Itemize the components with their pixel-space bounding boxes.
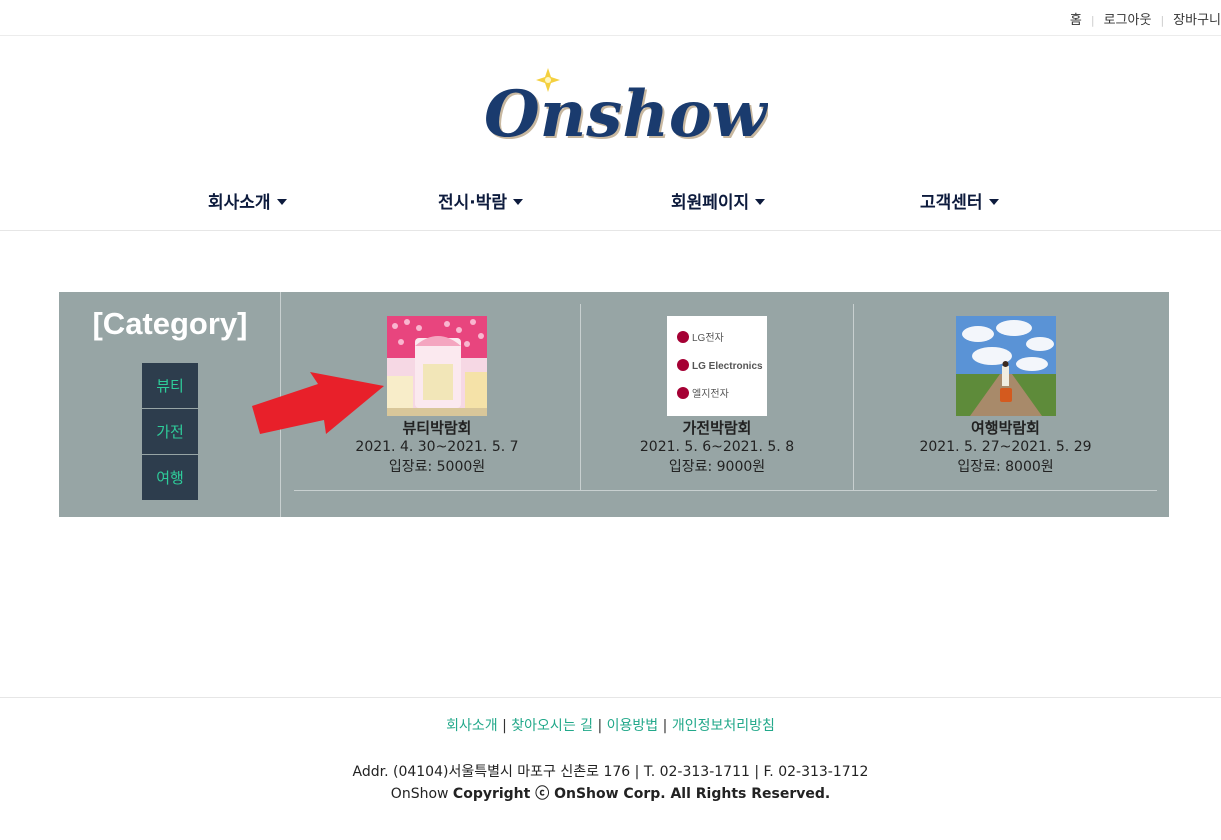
nav-company[interactable]: 회사소개 bbox=[208, 188, 287, 213]
travel-road-image bbox=[955, 316, 1056, 416]
footer-copyright: OnShow Copyright ⓒ OnShow Corp. All Righ… bbox=[0, 783, 1221, 805]
lg-logo-korean-alt: 엘지전자 bbox=[692, 387, 729, 400]
nav-member[interactable]: 회원페이지 bbox=[671, 188, 766, 213]
nav-label: 회원페이지 bbox=[671, 193, 750, 213]
caret-down-icon bbox=[513, 199, 524, 205]
nav-label: 회사소개 bbox=[208, 193, 271, 213]
expo-card-travel[interactable]: 여행박람회 2021. 5. 27~2021. 5. 29 입장료: 8000원 bbox=[854, 304, 1157, 490]
expo-list: 뷰티박람회 2021. 4. 30~2021. 5. 7 입장료: 5000원 … bbox=[294, 304, 1157, 491]
nav-label: 전시·박람 bbox=[438, 193, 508, 213]
expo-panel: [Category] 뷰티 가전 여행 뷰티박람회 2021. 4. 30~20… bbox=[59, 292, 1169, 517]
nav-label: 고객센터 bbox=[920, 193, 983, 213]
expo-date: 2021. 5. 27~2021. 5. 29 bbox=[919, 439, 1092, 455]
category-title: [Category] bbox=[92, 306, 248, 341]
nav-support[interactable]: 고객센터 bbox=[920, 188, 999, 213]
footer-link-directions[interactable]: 찾아오시는 길 bbox=[511, 718, 593, 734]
category-beauty-button[interactable]: 뷰티 bbox=[142, 363, 198, 409]
red-arrow-icon bbox=[252, 372, 384, 436]
home-link[interactable]: 홈 bbox=[1070, 13, 1082, 28]
category-sidebar: [Category] 뷰티 가전 여행 bbox=[59, 292, 281, 517]
cart-link[interactable]: 장바구니 bbox=[1173, 13, 1221, 28]
red-arrow-shape bbox=[252, 372, 384, 434]
top-utility-bar: 홈 | 로그아웃 | 장바구니 bbox=[0, 0, 1221, 36]
lg-logo-image: LG전자 LG Electronics 엘지전자 bbox=[677, 331, 763, 400]
expo-date: 2021. 5. 6~2021. 5. 8 bbox=[639, 439, 795, 455]
site-footer: 회사소개 | 찾아오시는 길 | 이용방법 | 개인정보처리방침 Addr. (… bbox=[0, 697, 1221, 840]
footer-links: 회사소개 | 찾아오시는 길 | 이용방법 | 개인정보처리방침 bbox=[0, 715, 1221, 735]
lg-logo-korean: LG전자 bbox=[692, 332, 724, 344]
main-nav: 회사소개 전시·박람 회원페이지 고객센터 bbox=[0, 172, 1221, 231]
category-list: 뷰티 가전 여행 bbox=[142, 363, 198, 501]
caret-down-icon bbox=[755, 199, 766, 205]
expo-fee: 입장료: 5000원 bbox=[388, 459, 486, 475]
logo-text: Onshow bbox=[484, 77, 768, 150]
footer-link-usage[interactable]: 이용방법 bbox=[607, 718, 659, 734]
logout-link[interactable]: 로그아웃 bbox=[1104, 13, 1152, 28]
beauty-store-image bbox=[387, 316, 487, 416]
expo-card-appliance[interactable]: LG전자 LG Electronics 엘지전자 가전박람회 2021. 5. … bbox=[581, 304, 854, 490]
category-appliance-button[interactable]: 가전 bbox=[142, 409, 198, 455]
caret-down-icon bbox=[276, 199, 287, 205]
onshow-logo-graphic: Onshow Onshow bbox=[484, 68, 768, 150]
caret-down-icon bbox=[988, 199, 999, 205]
topbar-links: 홈 | 로그아웃 | 장바구니 bbox=[1070, 9, 1221, 28]
copyright-prefix: OnShow bbox=[390, 786, 453, 802]
topbar-separator: | bbox=[1090, 14, 1095, 27]
category-travel-button[interactable]: 여행 bbox=[142, 455, 198, 501]
travel-road-photo[interactable] bbox=[955, 316, 1056, 416]
nav-exhibition[interactable]: 전시·박람 bbox=[438, 188, 524, 213]
topbar-separator: | bbox=[1160, 14, 1165, 27]
footer-link-company[interactable]: 회사소개 bbox=[446, 718, 498, 734]
lg-electronics-logo[interactable]: LG전자 LG Electronics 엘지전자 bbox=[667, 316, 767, 416]
beauty-store-photo[interactable] bbox=[387, 316, 487, 416]
expo-fee: 입장료: 8000원 bbox=[957, 459, 1054, 475]
footer-separator: | bbox=[658, 718, 672, 734]
footer-address: Addr. (04104)서울특별시 마포구 신촌로 176 | T. 02-3… bbox=[352, 764, 869, 780]
footer-link-privacy[interactable]: 개인정보처리방침 bbox=[672, 718, 775, 734]
lg-logo-english: LG Electronics bbox=[692, 361, 763, 372]
expo-date: 2021. 4. 30~2021. 5. 7 bbox=[355, 439, 519, 455]
site-logo[interactable]: Onshow Onshow bbox=[478, 64, 768, 150]
expo-fee: 입장료: 9000원 bbox=[668, 459, 766, 475]
copyright-text: Copyright ⓒ OnShow Corp. All Rights Rese… bbox=[452, 786, 831, 802]
footer-separator: | bbox=[593, 718, 607, 734]
expo-name[interactable]: 가전박람회 bbox=[581, 419, 853, 437]
footer-separator: | bbox=[497, 718, 512, 734]
expo-name[interactable]: 여행박람회 bbox=[854, 419, 1157, 437]
